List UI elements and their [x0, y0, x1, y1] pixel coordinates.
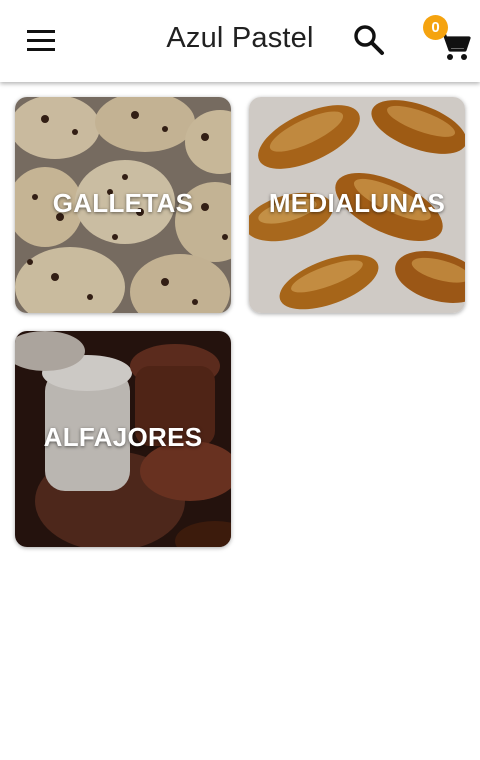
category-card-medialunas[interactable]: MEDIALUNAS — [249, 97, 465, 313]
category-label: GALLETAS — [52, 188, 194, 218]
category-label: MEDIALUNAS — [268, 188, 446, 218]
category-label: ALFAJORES — [43, 422, 203, 452]
category-card-galletas[interactable]: GALLETAS — [15, 97, 231, 313]
cart-count-badge: 0 — [423, 15, 448, 40]
app-bar: Azul Pastel 0 — [0, 0, 480, 82]
category-card-alfajores[interactable]: ALFAJORES — [15, 331, 231, 547]
search-icon — [354, 25, 384, 55]
search-button[interactable] — [351, 22, 387, 58]
app-title: Azul Pastel — [166, 22, 314, 54]
